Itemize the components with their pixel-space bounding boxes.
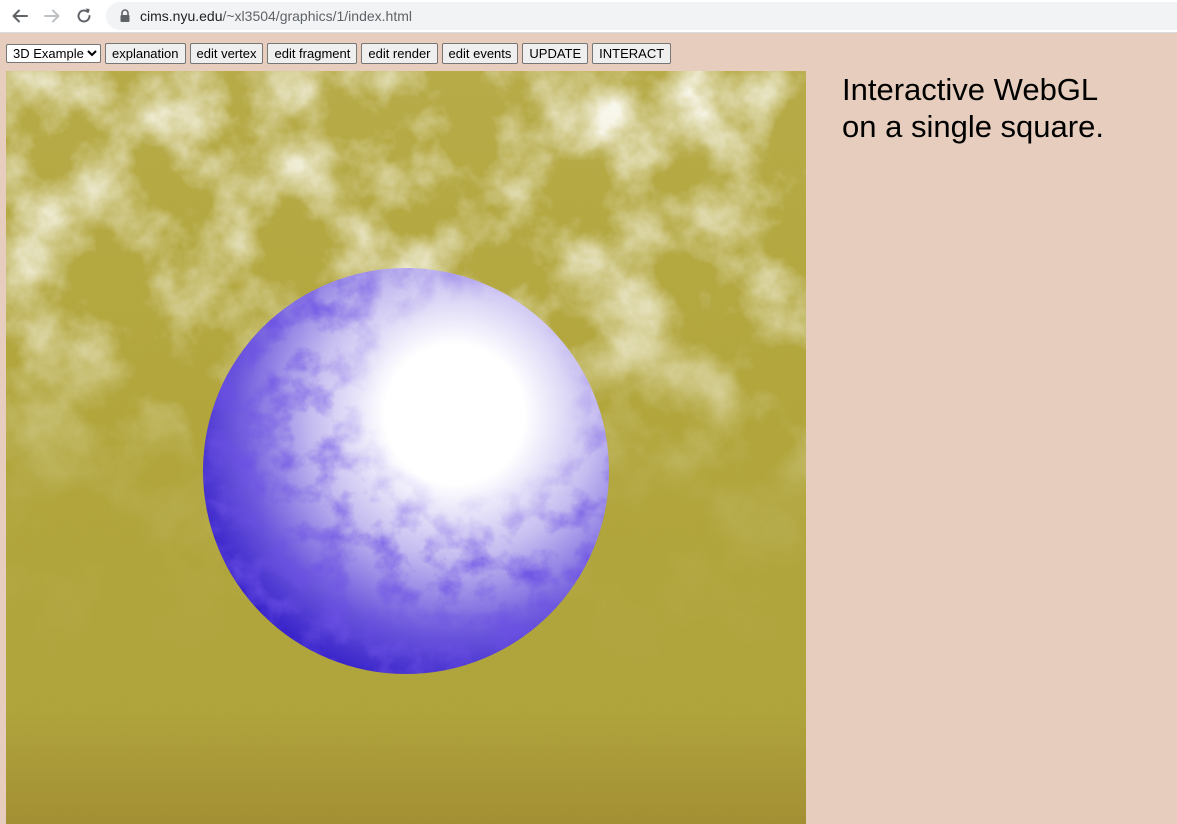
interact-button[interactable]: INTERACT (592, 43, 672, 64)
example-toolbar: 3D Example explanation edit vertex edit … (6, 43, 672, 64)
reload-icon[interactable] (72, 4, 96, 28)
forward-arrow-icon[interactable] (40, 4, 64, 28)
description-line-1: Interactive WebGL (842, 72, 1099, 107)
webgl-scene (6, 71, 806, 824)
edit-render-button[interactable]: edit render (361, 43, 438, 64)
edit-events-button[interactable]: edit events (441, 43, 519, 64)
lock-icon[interactable] (118, 9, 132, 23)
back-arrow-icon[interactable] (8, 4, 32, 28)
sphere (203, 268, 609, 674)
description-line-2: on a single square. (842, 109, 1104, 144)
edit-fragment-button[interactable]: edit fragment (267, 43, 358, 64)
example-select[interactable]: 3D Example (6, 44, 101, 63)
update-button[interactable]: UPDATE (522, 43, 589, 64)
webgl-canvas[interactable] (6, 71, 806, 824)
url-text[interactable]: cims.nyu.edu/~xl3504/graphics/1/index.ht… (140, 8, 412, 24)
description-text: Interactive WebGL on a single square. (842, 71, 1172, 145)
address-bar[interactable]: cims.nyu.edu/~xl3504/graphics/1/index.ht… (106, 2, 1177, 30)
url-domain: cims.nyu.edu (140, 8, 223, 24)
explanation-button[interactable]: explanation (105, 43, 186, 64)
browser-toolbar: cims.nyu.edu/~xl3504/graphics/1/index.ht… (0, 0, 1177, 33)
url-path: /~xl3504/graphics/1/index.html (222, 8, 412, 24)
edit-vertex-button[interactable]: edit vertex (189, 43, 264, 64)
